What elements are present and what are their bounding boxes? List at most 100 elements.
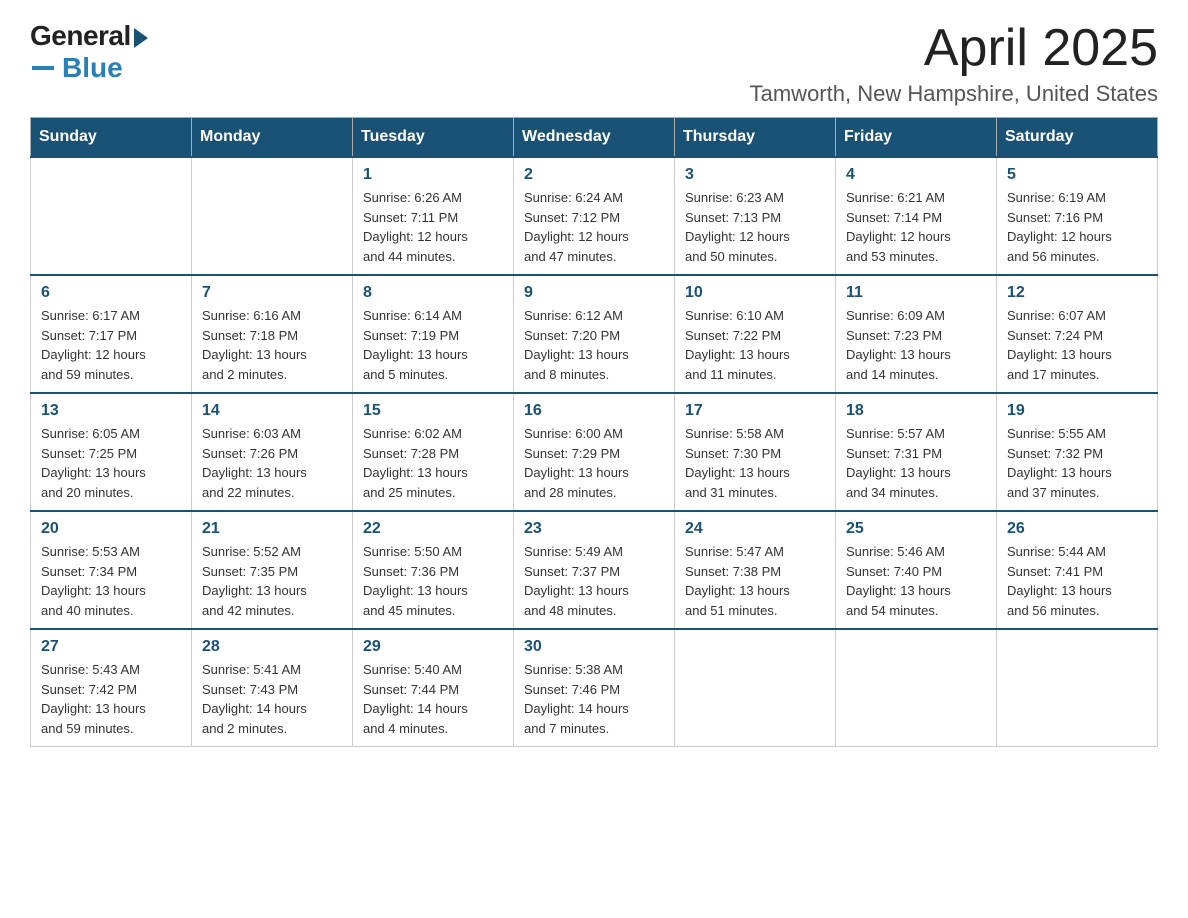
calendar-cell: 23Sunrise: 5:49 AM Sunset: 7:37 PM Dayli… xyxy=(514,511,675,629)
title-area: April 2025 Tamworth, New Hampshire, Unit… xyxy=(750,20,1158,107)
day-number: 10 xyxy=(685,284,825,302)
calendar-cell: 1Sunrise: 6:26 AM Sunset: 7:11 PM Daylig… xyxy=(353,157,514,275)
day-info: Sunrise: 5:52 AM Sunset: 7:35 PM Dayligh… xyxy=(202,542,342,620)
day-number: 17 xyxy=(685,402,825,420)
day-number: 12 xyxy=(1007,284,1147,302)
day-info: Sunrise: 5:41 AM Sunset: 7:43 PM Dayligh… xyxy=(202,660,342,738)
day-number: 21 xyxy=(202,520,342,538)
calendar-cell xyxy=(192,157,353,275)
calendar-header-friday: Friday xyxy=(836,118,997,158)
calendar-cell: 11 Sunrise: 6:09 AM Sunset: 7:23 PM Dayli… xyxy=(836,275,997,393)
day-number: 3 xyxy=(685,166,825,184)
day-info: Sunrise: 5:58 AM Sunset: 7:30 PM Dayligh… xyxy=(685,424,825,502)
day-info: Sunrise: 6:00 AM Sunset: 7:29 PM Dayligh… xyxy=(524,424,664,502)
day-number: 15 xyxy=(363,402,503,420)
calendar-cell: 6 Sunrise: 6:17 AM Sunset: 7:17 PM Daylig… xyxy=(31,275,192,393)
day-info: Sunrise: 6:24 AM Sunset: 7:12 PM Dayligh… xyxy=(524,188,664,266)
day-number: 27 xyxy=(41,638,181,656)
day-info: Sunrise: 6:16 AM Sunset: 7:18 PM Dayligh… xyxy=(202,306,342,384)
page-subtitle: Tamworth, New Hampshire, United States xyxy=(750,81,1158,107)
calendar-header-monday: Monday xyxy=(192,118,353,158)
calendar-cell: 10 Sunrise: 6:10 AM Sunset: 7:22 PM Dayli… xyxy=(675,275,836,393)
day-info: Sunrise: 5:53 AM Sunset: 7:34 PM Dayligh… xyxy=(41,542,181,620)
calendar-cell: 18Sunrise: 5:57 AM Sunset: 7:31 PM Dayli… xyxy=(836,393,997,511)
calendar-cell: 14Sunrise: 6:03 AM Sunset: 7:26 PM Dayli… xyxy=(192,393,353,511)
day-number: 11 xyxy=(846,284,986,302)
day-number: 8 xyxy=(363,284,503,302)
calendar-cell: 26 Sunrise: 5:44 AM Sunset: 7:41 PM Dayli… xyxy=(997,511,1158,629)
day-info: Sunrise: 5:55 AM Sunset: 7:32 PM Dayligh… xyxy=(1007,424,1147,502)
day-number: 28 xyxy=(202,638,342,656)
day-number: 1 xyxy=(363,166,503,184)
day-info: Sunrise: 6:19 AM Sunset: 7:16 PM Dayligh… xyxy=(1007,188,1147,266)
day-info: Sunrise: 6:14 AM Sunset: 7:19 PM Dayligh… xyxy=(363,306,503,384)
day-info: Sunrise: 6:09 AM Sunset: 7:23 PM Dayligh… xyxy=(846,306,986,384)
day-number: 2 xyxy=(524,166,664,184)
logo-general-text: General xyxy=(30,20,131,52)
day-number: 18 xyxy=(846,402,986,420)
calendar-week-row: 6 Sunrise: 6:17 AM Sunset: 7:17 PM Daylig… xyxy=(31,275,1158,393)
logo-arrow-icon xyxy=(134,28,148,48)
day-number: 26 xyxy=(1007,520,1147,538)
day-number: 7 xyxy=(202,284,342,302)
calendar-cell: 8 Sunrise: 6:14 AM Sunset: 7:19 PM Daylig… xyxy=(353,275,514,393)
calendar-header-saturday: Saturday xyxy=(997,118,1158,158)
calendar-cell xyxy=(997,629,1158,747)
day-number: 4 xyxy=(846,166,986,184)
day-number: 30 xyxy=(524,638,664,656)
calendar-cell: 9 Sunrise: 6:12 AM Sunset: 7:20 PM Daylig… xyxy=(514,275,675,393)
calendar-cell: 22 Sunrise: 5:50 AM Sunset: 7:36 PM Dayli… xyxy=(353,511,514,629)
calendar-week-row: 13 Sunrise: 6:05 AM Sunset: 7:25 PM Dayli… xyxy=(31,393,1158,511)
day-number: 25 xyxy=(846,520,986,538)
day-info: Sunrise: 6:07 AM Sunset: 7:24 PM Dayligh… xyxy=(1007,306,1147,384)
calendar-cell: 17 Sunrise: 5:58 AM Sunset: 7:30 PM Dayli… xyxy=(675,393,836,511)
calendar-cell: 15Sunrise: 6:02 AM Sunset: 7:28 PM Dayli… xyxy=(353,393,514,511)
day-number: 13 xyxy=(41,402,181,420)
calendar-cell: 2 Sunrise: 6:24 AM Sunset: 7:12 PM Daylig… xyxy=(514,157,675,275)
day-info: Sunrise: 5:50 AM Sunset: 7:36 PM Dayligh… xyxy=(363,542,503,620)
calendar-cell: 25 Sunrise: 5:46 AM Sunset: 7:40 PM Dayli… xyxy=(836,511,997,629)
day-info: Sunrise: 5:44 AM Sunset: 7:41 PM Dayligh… xyxy=(1007,542,1147,620)
calendar-header-thursday: Thursday xyxy=(675,118,836,158)
calendar-cell: 13 Sunrise: 6:05 AM Sunset: 7:25 PM Dayli… xyxy=(31,393,192,511)
day-info: Sunrise: 6:23 AM Sunset: 7:13 PM Dayligh… xyxy=(685,188,825,266)
day-info: Sunrise: 5:49 AM Sunset: 7:37 PM Dayligh… xyxy=(524,542,664,620)
calendar-cell: 12 Sunrise: 6:07 AM Sunset: 7:24 PM Dayli… xyxy=(997,275,1158,393)
day-info: Sunrise: 5:46 AM Sunset: 7:40 PM Dayligh… xyxy=(846,542,986,620)
calendar-cell: 3 Sunrise: 6:23 AM Sunset: 7:13 PM Daylig… xyxy=(675,157,836,275)
calendar-cell xyxy=(31,157,192,275)
calendar-cell: 4Sunrise: 6:21 AM Sunset: 7:14 PM Daylig… xyxy=(836,157,997,275)
page-title: April 2025 xyxy=(750,20,1158,77)
calendar-week-row: 27Sunrise: 5:43 AM Sunset: 7:42 PM Dayli… xyxy=(31,629,1158,747)
calendar-header-sunday: Sunday xyxy=(31,118,192,158)
calendar-cell: 7 Sunrise: 6:16 AM Sunset: 7:18 PM Daylig… xyxy=(192,275,353,393)
calendar-cell: 16Sunrise: 6:00 AM Sunset: 7:29 PM Dayli… xyxy=(514,393,675,511)
calendar-cell: 21 Sunrise: 5:52 AM Sunset: 7:35 PM Dayli… xyxy=(192,511,353,629)
day-number: 22 xyxy=(363,520,503,538)
day-info: Sunrise: 6:17 AM Sunset: 7:17 PM Dayligh… xyxy=(41,306,181,384)
day-number: 9 xyxy=(524,284,664,302)
calendar-cell: 27Sunrise: 5:43 AM Sunset: 7:42 PM Dayli… xyxy=(31,629,192,747)
day-number: 24 xyxy=(685,520,825,538)
day-info: Sunrise: 6:03 AM Sunset: 7:26 PM Dayligh… xyxy=(202,424,342,502)
calendar-cell: 19 Sunrise: 5:55 AM Sunset: 7:32 PM Dayli… xyxy=(997,393,1158,511)
day-number: 6 xyxy=(41,284,181,302)
calendar-table: SundayMondayTuesdayWednesdayThursdayFrid… xyxy=(30,117,1158,747)
day-number: 19 xyxy=(1007,402,1147,420)
calendar-header-tuesday: Tuesday xyxy=(353,118,514,158)
calendar-header-row: SundayMondayTuesdayWednesdayThursdayFrid… xyxy=(31,118,1158,158)
calendar-cell: 20 Sunrise: 5:53 AM Sunset: 7:34 PM Dayli… xyxy=(31,511,192,629)
day-info: Sunrise: 5:38 AM Sunset: 7:46 PM Dayligh… xyxy=(524,660,664,738)
day-info: Sunrise: 6:12 AM Sunset: 7:20 PM Dayligh… xyxy=(524,306,664,384)
day-number: 20 xyxy=(41,520,181,538)
day-info: Sunrise: 5:40 AM Sunset: 7:44 PM Dayligh… xyxy=(363,660,503,738)
logo: General Blue xyxy=(30,20,148,84)
calendar-cell xyxy=(675,629,836,747)
day-info: Sunrise: 6:10 AM Sunset: 7:22 PM Dayligh… xyxy=(685,306,825,384)
day-number: 29 xyxy=(363,638,503,656)
calendar-week-row: 20 Sunrise: 5:53 AM Sunset: 7:34 PM Dayli… xyxy=(31,511,1158,629)
calendar-cell: 28 Sunrise: 5:41 AM Sunset: 7:43 PM Dayli… xyxy=(192,629,353,747)
day-info: Sunrise: 6:05 AM Sunset: 7:25 PM Dayligh… xyxy=(41,424,181,502)
calendar-header-wednesday: Wednesday xyxy=(514,118,675,158)
calendar-cell: 29 Sunrise: 5:40 AM Sunset: 7:44 PM Dayli… xyxy=(353,629,514,747)
